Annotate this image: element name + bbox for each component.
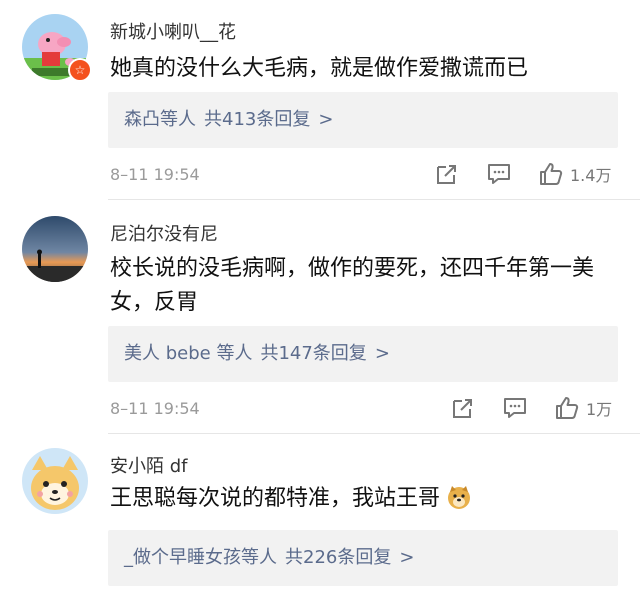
reply-count: 共226条回复 (285, 547, 392, 568)
username[interactable]: 新城小喇叭__花 (110, 18, 236, 44)
share-button[interactable] (434, 161, 460, 187)
comment-button[interactable] (502, 395, 528, 421)
comment-text-content: 王思聪每次说的都特准，我站王哥 (110, 486, 441, 511)
share-icon (437, 165, 456, 184)
reply-names: 美人 bebe 等人 (124, 343, 253, 364)
like-button[interactable]: 1.4万 (538, 161, 611, 187)
username[interactable]: 安小陌 df (110, 452, 187, 478)
comment-time: 8–11 19:54 (110, 165, 200, 184)
like-count: 1万 (586, 400, 613, 419)
view-replies-button[interactable]: 森凸等人 共413条回复 > (108, 92, 618, 148)
comment-text: 王思聪每次说的都特准，我站王哥 (110, 482, 620, 516)
comment-icon (488, 164, 510, 184)
like-count: 1.4万 (570, 166, 612, 185)
comment-button[interactable] (486, 161, 512, 187)
view-replies-button[interactable]: 美人 bebe 等人 共147条回复 > (108, 326, 618, 382)
sunset-silhouette-avatar-icon (22, 216, 88, 282)
user-avatar[interactable] (22, 448, 88, 514)
reply-names: 森凸等人 (124, 109, 196, 130)
vip-badge: ☆ (68, 58, 92, 82)
doge-emoji-icon (446, 484, 472, 510)
reply-count: 共147条回复 (260, 343, 367, 364)
comment-time: 8–11 19:54 (110, 399, 200, 418)
cartoon-dog-avatar-icon (22, 448, 88, 514)
reply-count: 共413条回复 (204, 109, 311, 130)
thumbs-up-icon (556, 397, 579, 419)
like-button[interactable]: 1万 (554, 395, 612, 421)
thumbs-up-icon (540, 163, 563, 185)
share-button[interactable] (450, 395, 476, 421)
share-icon (453, 399, 472, 418)
chevron-right-icon: > (318, 109, 334, 130)
user-avatar[interactable] (22, 216, 88, 282)
comment-item: 尼泊尔没有尼 校长说的没毛病啊，做作的要死，还四千年第一美女，反胃 美人 beb… (0, 200, 640, 434)
comment-item: 安小陌 df 王思聪每次说的都特准，我站王哥 _做个早睡女孩等人 共226条回复 > (0, 434, 640, 590)
reply-names: _做个早睡女孩等人 (124, 547, 277, 568)
comment-text: 校长说的没毛病啊，做作的要死，还四千年第一美女，反胃 (110, 256, 595, 315)
comment-item: ☆ 新城小喇叭__花 她真的没什么大毛病，就是做作爱撒谎而已 森凸等人 共413条… (0, 0, 640, 200)
comment-icon (504, 398, 526, 418)
chevron-right-icon: > (399, 547, 415, 568)
chevron-right-icon: > (374, 343, 390, 364)
comment-text: 她真的没什么大毛病，就是做作爱撒谎而已 (110, 56, 529, 81)
username[interactable]: 尼泊尔没有尼 (110, 220, 218, 246)
view-replies-button[interactable]: _做个早睡女孩等人 共226条回复 > (108, 530, 618, 586)
